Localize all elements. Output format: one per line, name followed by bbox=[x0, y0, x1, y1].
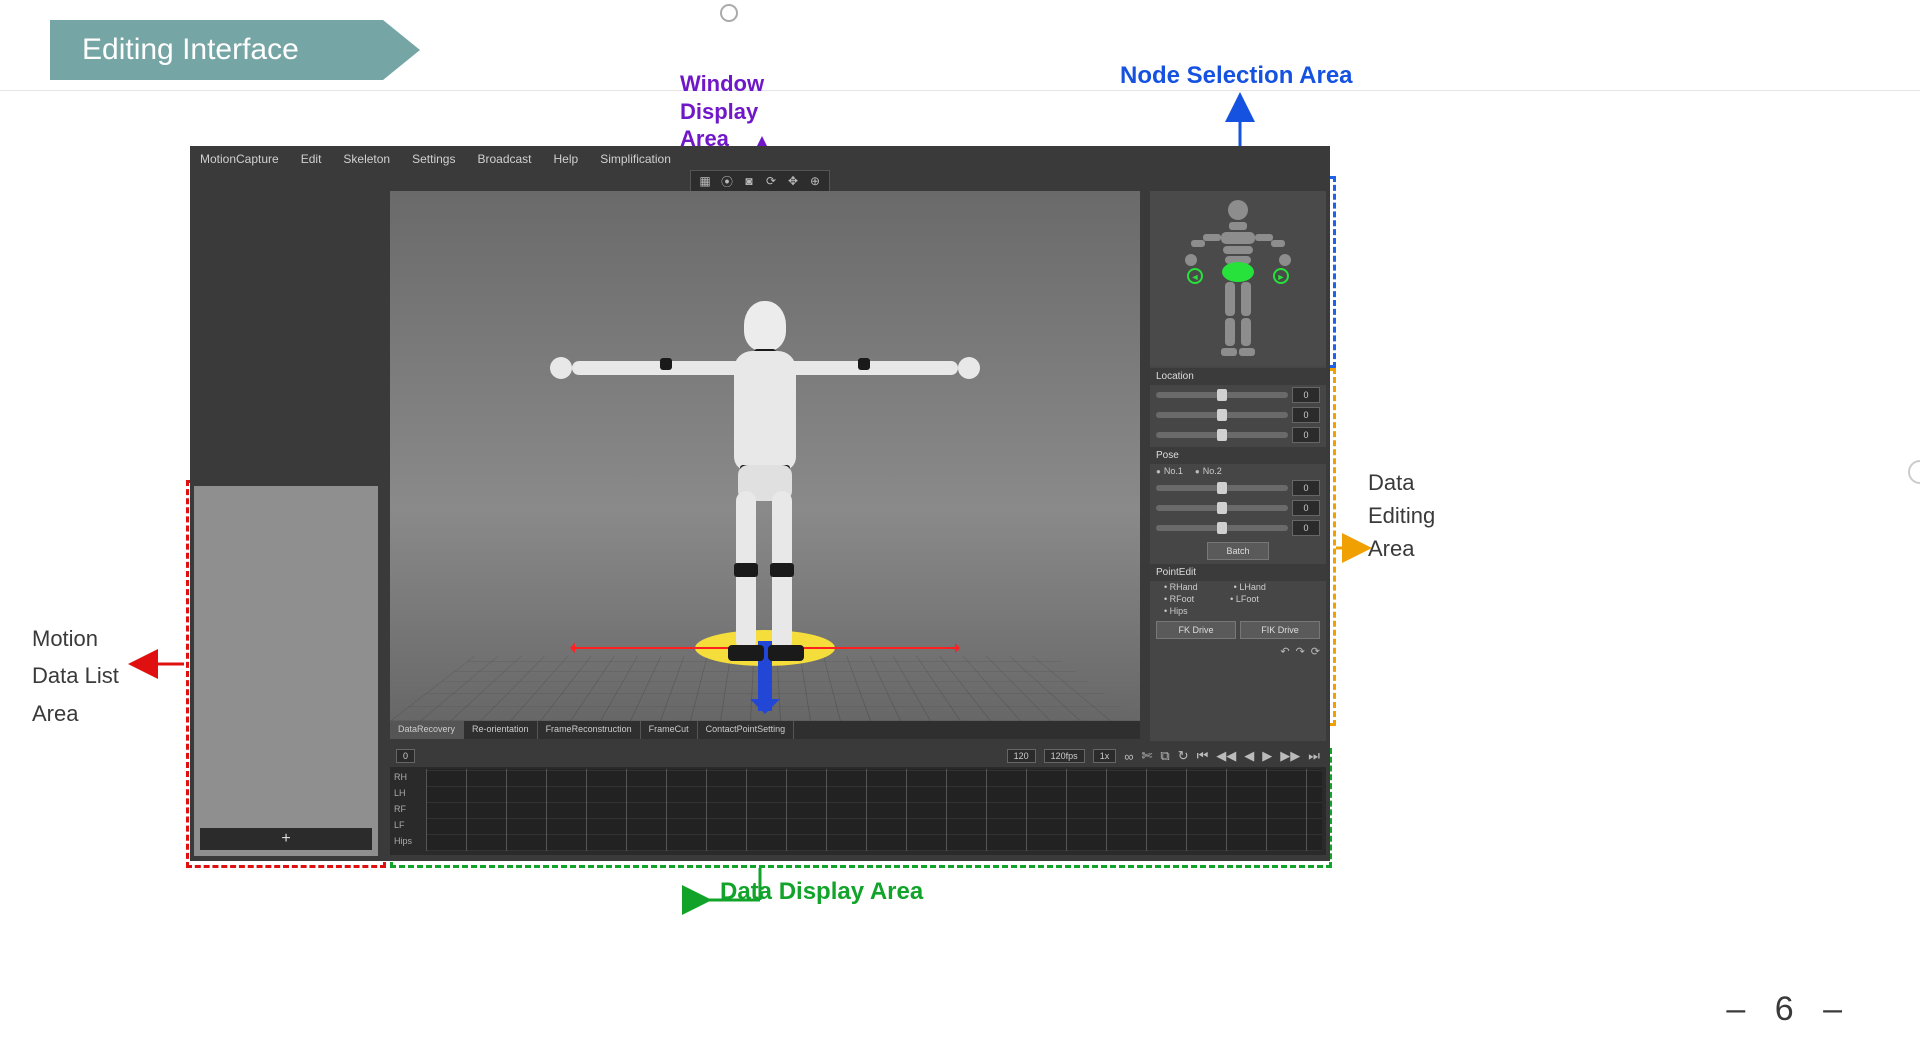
menu-motioncapture[interactable]: MotionCapture bbox=[200, 152, 279, 166]
fik-drive-button[interactable]: FIK Drive bbox=[1240, 621, 1320, 639]
annotation-motion-list: Motion Data List Area bbox=[32, 620, 119, 732]
link-icon[interactable]: ∞ bbox=[1124, 749, 1133, 764]
motion-data-list[interactable]: + bbox=[194, 486, 378, 856]
copy-icon[interactable]: ⧉ bbox=[1160, 748, 1169, 764]
add-motion-button[interactable]: + bbox=[200, 828, 372, 850]
track-label-rh: RH bbox=[394, 769, 412, 785]
location-z-row[interactable]: 0 bbox=[1150, 425, 1326, 445]
rewind-start-icon[interactable]: ⏮ bbox=[1197, 748, 1209, 764]
redo-icon[interactable]: ↷ bbox=[1296, 645, 1305, 658]
location-x-row[interactable]: 0 bbox=[1150, 385, 1326, 405]
pointedit-lfoot[interactable]: LFoot bbox=[1222, 593, 1267, 605]
timeline[interactable]: 0 120 120fps 1x ∞ ✄ ⧉ ↻ ⏮ ◀◀ ◀ ▶ ▶▶ ⏭ RH… bbox=[390, 745, 1326, 855]
annotation-data-editing: Data Editing Area bbox=[1368, 466, 1435, 565]
pose-z-value[interactable]: 0 bbox=[1292, 520, 1320, 536]
bottom-tabs: DataRecovery Re-orientation FrameReconst… bbox=[390, 721, 1140, 739]
camera-icon[interactable]: ◙ bbox=[741, 173, 757, 189]
location-section-header: Location bbox=[1150, 368, 1326, 385]
play-back-icon[interactable]: ◀ bbox=[1244, 748, 1254, 764]
slide-title: Editing Interface bbox=[82, 33, 299, 67]
deco-ring-icon bbox=[720, 4, 738, 22]
menu-skeleton[interactable]: Skeleton bbox=[343, 152, 390, 166]
pointedit-section-header: PointEdit bbox=[1150, 564, 1326, 581]
timeline-start-frame[interactable]: 0 bbox=[396, 749, 415, 763]
location-x-value[interactable]: 0 bbox=[1292, 387, 1320, 403]
track-label-lf: LF bbox=[394, 817, 412, 833]
tab-framecut[interactable]: FrameCut bbox=[641, 721, 698, 739]
pose-option-2[interactable]: No.2 bbox=[1195, 466, 1222, 476]
pose-section-header: Pose bbox=[1150, 447, 1326, 464]
grid-icon[interactable]: ▦ bbox=[697, 173, 713, 189]
pose-option-1[interactable]: No.1 bbox=[1156, 466, 1183, 476]
pointedit-rfoot[interactable]: RFoot bbox=[1156, 593, 1202, 605]
timeline-track-labels: RH LH RF LF Hips bbox=[394, 769, 412, 849]
pose-radio-group[interactable]: No.1 No.2 bbox=[1150, 464, 1326, 478]
tab-framereconstruction[interactable]: FrameReconstruction bbox=[538, 721, 641, 739]
slide-title-ribbon: Editing Interface bbox=[50, 20, 420, 80]
forward-end-icon[interactable]: ⏭ bbox=[1308, 748, 1320, 764]
timeline-toolbar: 0 120 120fps 1x ∞ ✄ ⧉ ↻ ⏮ ◀◀ ◀ ▶ ▶▶ ⏭ bbox=[390, 745, 1326, 767]
slide-divider bbox=[0, 90, 1920, 91]
pose-y-row[interactable]: 0 bbox=[1150, 498, 1326, 518]
move-icon[interactable]: ✥ bbox=[785, 173, 801, 189]
timeline-fps[interactable]: 120fps bbox=[1044, 749, 1085, 763]
menu-simplification[interactable]: Simplification bbox=[600, 152, 671, 166]
tab-reorientation[interactable]: Re-orientation bbox=[464, 721, 538, 739]
track-label-rf: RF bbox=[394, 801, 412, 817]
fk-drive-button[interactable]: FK Drive bbox=[1156, 621, 1236, 639]
timeline-tracks[interactable] bbox=[426, 769, 1322, 851]
menu-edit[interactable]: Edit bbox=[301, 152, 322, 166]
node-selection-figure[interactable]: ◄ ► bbox=[1150, 191, 1326, 366]
annotation-data-display: Data Display Area bbox=[720, 878, 923, 906]
page-number: – 6 – bbox=[1726, 990, 1852, 1029]
pose-z-row[interactable]: 0 bbox=[1150, 518, 1326, 538]
node-nav-left-icon: ◄ bbox=[1191, 272, 1200, 282]
timeline-end-frame[interactable]: 120 bbox=[1007, 749, 1036, 763]
pose-x-value[interactable]: 0 bbox=[1292, 480, 1320, 496]
pointedit-grid: RHand LHand RFoot LFoot Hips bbox=[1150, 581, 1326, 617]
batch-button[interactable]: Batch bbox=[1207, 542, 1269, 560]
annotation-window-display: Window Display Area bbox=[680, 70, 764, 153]
track-label-hips: Hips bbox=[394, 833, 412, 849]
target-icon[interactable]: ⊕ bbox=[807, 173, 823, 189]
play-icon[interactable]: ▶ bbox=[1262, 748, 1272, 764]
refresh-icon[interactable]: ⟳ bbox=[763, 173, 779, 189]
location-z-value[interactable]: 0 bbox=[1292, 427, 1320, 443]
right-panel: ◄ ► Location 0 0 0 Pose No.1 No.2 0 0 bbox=[1150, 191, 1326, 741]
app-screenshot: MotionCapture Edit Skeleton Settings Bro… bbox=[190, 146, 1330, 861]
pose-y-value[interactable]: 0 bbox=[1292, 500, 1320, 516]
timeline-speed[interactable]: 1x bbox=[1093, 749, 1117, 763]
pose-x-row[interactable]: 0 bbox=[1150, 478, 1326, 498]
location-y-value[interactable]: 0 bbox=[1292, 407, 1320, 423]
menu-help[interactable]: Help bbox=[554, 152, 579, 166]
tab-contactpointsetting[interactable]: ContactPointSetting bbox=[698, 721, 795, 739]
loop-icon[interactable]: ↻ bbox=[1178, 748, 1189, 764]
location-y-row[interactable]: 0 bbox=[1150, 405, 1326, 425]
pointedit-rhand[interactable]: RHand bbox=[1156, 581, 1206, 593]
tab-datarecovery[interactable]: DataRecovery bbox=[390, 721, 464, 739]
track-label-lh: LH bbox=[394, 785, 412, 801]
viewport-3d[interactable] bbox=[390, 191, 1140, 721]
menu-settings[interactable]: Settings bbox=[412, 152, 455, 166]
sync-icon[interactable]: ⟳ bbox=[1311, 645, 1320, 658]
menu-broadcast[interactable]: Broadcast bbox=[477, 152, 531, 166]
node-nav-right-icon: ► bbox=[1277, 272, 1286, 282]
pointedit-lhand[interactable]: LHand bbox=[1226, 581, 1274, 593]
deco-halfcircle-icon bbox=[1908, 460, 1920, 484]
pointedit-hips[interactable]: Hips bbox=[1156, 605, 1196, 617]
step-forward-icon[interactable]: ▶▶ bbox=[1280, 748, 1300, 764]
record-icon[interactable]: ⦿ bbox=[719, 173, 735, 189]
menubar: MotionCapture Edit Skeleton Settings Bro… bbox=[200, 152, 671, 166]
annotation-node-selection: Node Selection Area bbox=[1120, 62, 1353, 90]
step-back-icon[interactable]: ◀◀ bbox=[1216, 748, 1236, 764]
undo-icon[interactable]: ↶ bbox=[1280, 645, 1289, 658]
viewport-toolbar: ▦ ⦿ ◙ ⟳ ✥ ⊕ bbox=[690, 170, 830, 192]
cut-icon[interactable]: ✄ bbox=[1141, 748, 1152, 764]
